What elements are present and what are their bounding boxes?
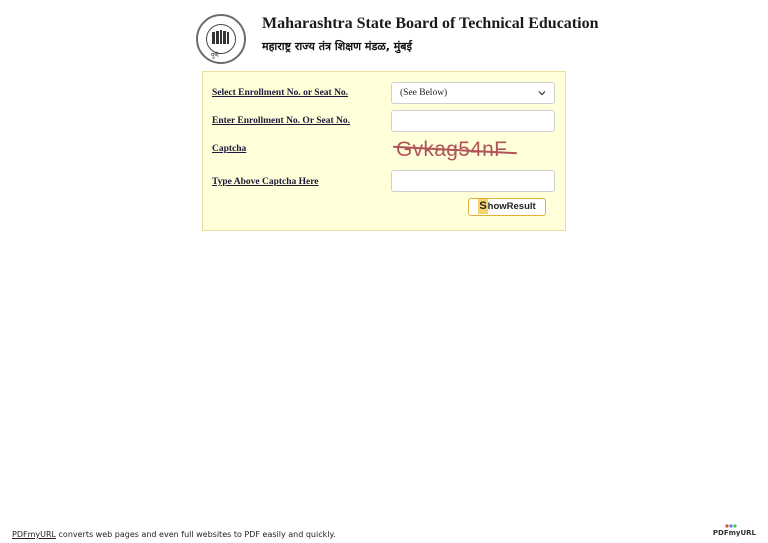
show-result-accesskey: S — [478, 199, 488, 214]
footer-text: converts web pages and even full website… — [55, 530, 336, 539]
logo-caption: पुणे — [211, 52, 219, 59]
chevron-down-icon — [538, 91, 546, 96]
pdfmyurl-footer: PDFmyURL converts web pages and even ful… — [12, 530, 336, 539]
result-form-panel: Select Enrollment No. or Seat No. (See B… — [202, 71, 566, 231]
pdfmyurl-logo: PDFmyURL — [712, 524, 756, 537]
page-header: पुणे Maharashtra State Board of Technica… — [196, 12, 598, 68]
captcha-input-label: Type Above Captcha Here — [212, 177, 319, 187]
board-title: Maharashtra State Board of Technical Edu… — [262, 15, 599, 32]
show-result-label: howResult — [487, 201, 536, 212]
brand-text: PDFmyURL — [712, 529, 756, 537]
board-subtitle: महाराष्ट्र राज्य तंत्र शिक्षण मंडळ, मुंब… — [262, 40, 412, 53]
show-result-button[interactable]: ShowResult — [468, 198, 546, 216]
pdfmyurl-link[interactable]: PDFmyURL — [12, 530, 56, 539]
captcha-input[interactable] — [391, 170, 555, 192]
enrollment-type-select[interactable]: (See Below) — [391, 82, 555, 104]
msbte-logo: पुणे — [196, 14, 246, 64]
logo-dots-icon — [725, 524, 737, 528]
captcha-label: Captcha — [212, 144, 247, 154]
enrollment-select-value: (See Below) — [400, 88, 448, 98]
enrollment-input-label: Enter Enrollment No. Or Seat No. — [212, 116, 351, 126]
enrollment-select-label: Select Enrollment No. or Seat No. — [212, 88, 349, 98]
enrollment-number-input[interactable] — [391, 110, 555, 132]
book-emblem-icon — [206, 24, 236, 54]
